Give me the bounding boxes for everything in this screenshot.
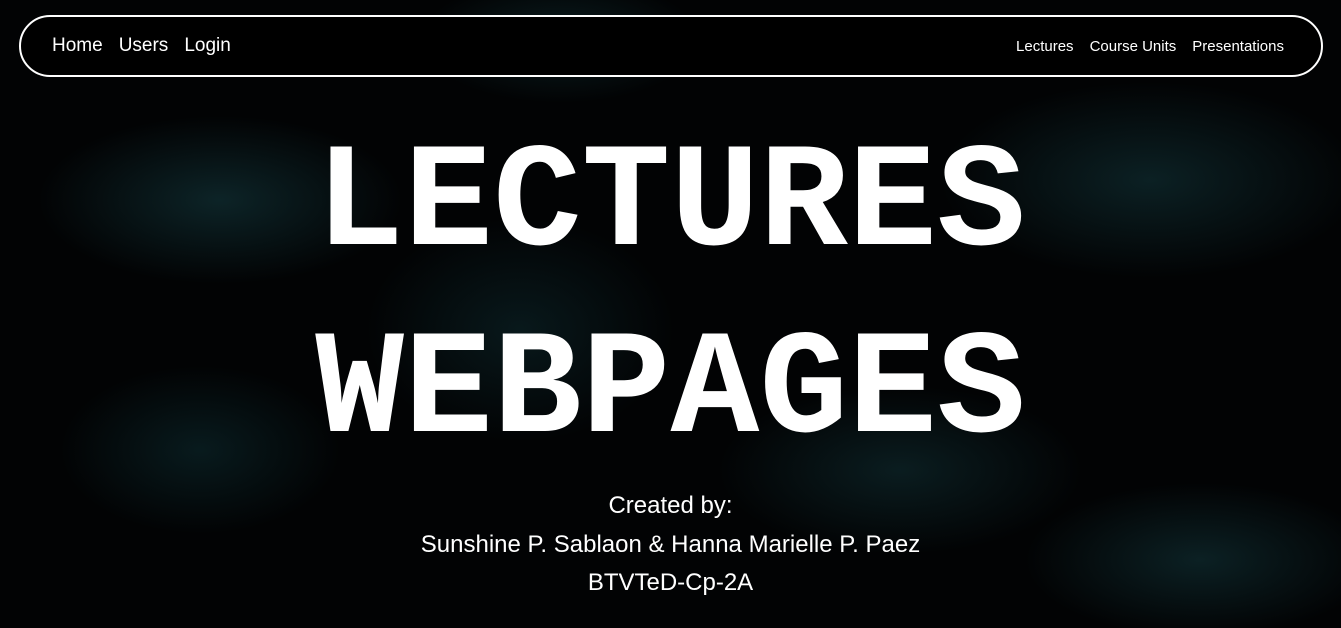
nav-right: Lectures Course Units Presentations: [1016, 17, 1284, 75]
nav-home-link[interactable]: Home: [52, 35, 103, 57]
nav-lectures-link[interactable]: Lectures: [1016, 38, 1074, 55]
title-line-2: WEBPAGES: [315, 309, 1026, 476]
nav-presentations-link[interactable]: Presentations: [1192, 38, 1284, 55]
nav-users-link[interactable]: Users: [119, 35, 169, 57]
nav-left: Home Users Login: [52, 17, 231, 75]
credits: Created by: Sunshine P. Sablaon & Hanna …: [0, 487, 1341, 603]
title-line-1: LECTURES: [315, 122, 1026, 289]
nav-login-link[interactable]: Login: [184, 35, 231, 57]
nav-course-units-link[interactable]: Course Units: [1090, 38, 1177, 55]
page-title: LECTURES WEBPAGES: [0, 112, 1341, 486]
navbar: Home Users Login Lectures Course Units P…: [19, 15, 1323, 77]
authors: Sunshine P. Sablaon & Hanna Marielle P. …: [420, 530, 921, 558]
created-by-label: Created by:: [608, 492, 733, 519]
section: BTVTeD-Cp-2A: [587, 569, 754, 596]
